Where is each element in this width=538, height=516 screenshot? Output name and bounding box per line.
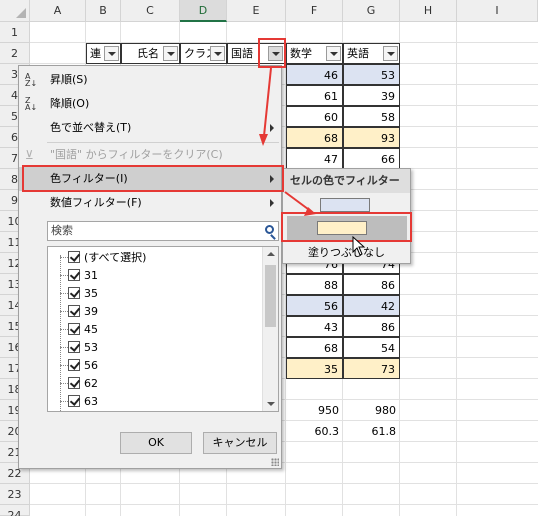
- mouse-cursor-icon: [352, 236, 366, 256]
- annotation-arrows: [259, 67, 316, 216]
